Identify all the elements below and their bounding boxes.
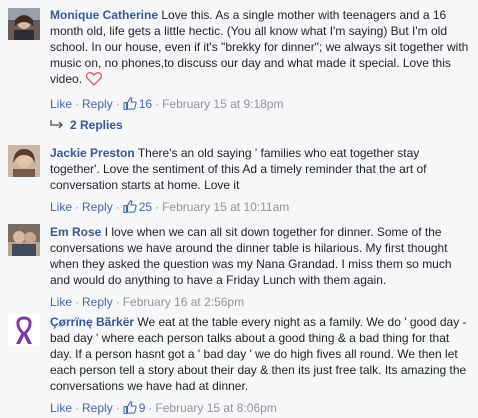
like-link[interactable]: Like: [50, 200, 72, 214]
thumbs-up-icon: [123, 401, 137, 418]
replies-label: 2 Replies: [70, 118, 123, 132]
like-count[interactable]: 16: [123, 97, 152, 111]
like-count-value: 25: [138, 200, 153, 214]
avatar[interactable]: [8, 8, 40, 40]
avatar[interactable]: [8, 224, 40, 256]
reply-link[interactable]: Reply: [82, 97, 113, 111]
comment-actions: Like · Reply · February 16 at 2:56pm: [50, 295, 245, 309]
view-replies-link[interactable]: 2 Replies: [50, 117, 123, 133]
like-count[interactable]: 9: [123, 401, 146, 418]
comment-timestamp[interactable]: February 15 at 9:18pm: [162, 97, 283, 111]
reply-link[interactable]: Reply: [82, 401, 113, 415]
like-link[interactable]: Like: [50, 401, 72, 415]
like-link[interactable]: Like: [50, 295, 72, 309]
avatar-image: [8, 314, 40, 346]
comment-actions: Like · Reply · 16 · February 15 at 9:18pm: [50, 96, 472, 114]
comment-actions: Like · Reply · 25 · February 15 at 10:11am: [50, 199, 472, 217]
thumbs-up-icon: [123, 97, 137, 114]
like-count-value: 9: [138, 401, 146, 415]
comment-author[interactable]: Em Rose: [50, 225, 101, 239]
heart-icon: [85, 72, 103, 90]
avatar-image: [8, 224, 40, 256]
comment-actions: Like · Reply · 9 · February 15 at 8:06pm: [50, 400, 472, 418]
thumbs-up-icon: [123, 200, 137, 217]
comment-text: I love when we can all sit down together…: [50, 225, 452, 287]
comment-list: Monique Catherine Love this. As a single…: [0, 0, 478, 416]
avatar[interactable]: [8, 314, 40, 346]
avatar[interactable]: [8, 145, 40, 177]
like-link[interactable]: Like: [50, 97, 72, 111]
comment-timestamp[interactable]: February 15 at 10:11am: [162, 200, 289, 214]
reply-link[interactable]: Reply: [82, 295, 113, 309]
comment-author[interactable]: Jackie Preston: [50, 146, 135, 160]
comment-timestamp[interactable]: February 15 at 8:06pm: [155, 401, 276, 415]
avatar-image: [8, 8, 40, 40]
like-count-value: 16: [138, 97, 153, 111]
reply-link[interactable]: Reply: [82, 200, 113, 214]
comment-author[interactable]: Monique Catherine: [50, 8, 158, 22]
reply-arrow-icon: [50, 117, 64, 133]
comment-author[interactable]: Çørrïnę Bãrkër: [50, 315, 134, 329]
comment-timestamp[interactable]: February 16 at 2:56pm: [123, 295, 244, 309]
like-count[interactable]: 25: [123, 200, 152, 214]
avatar-image: [8, 145, 40, 177]
